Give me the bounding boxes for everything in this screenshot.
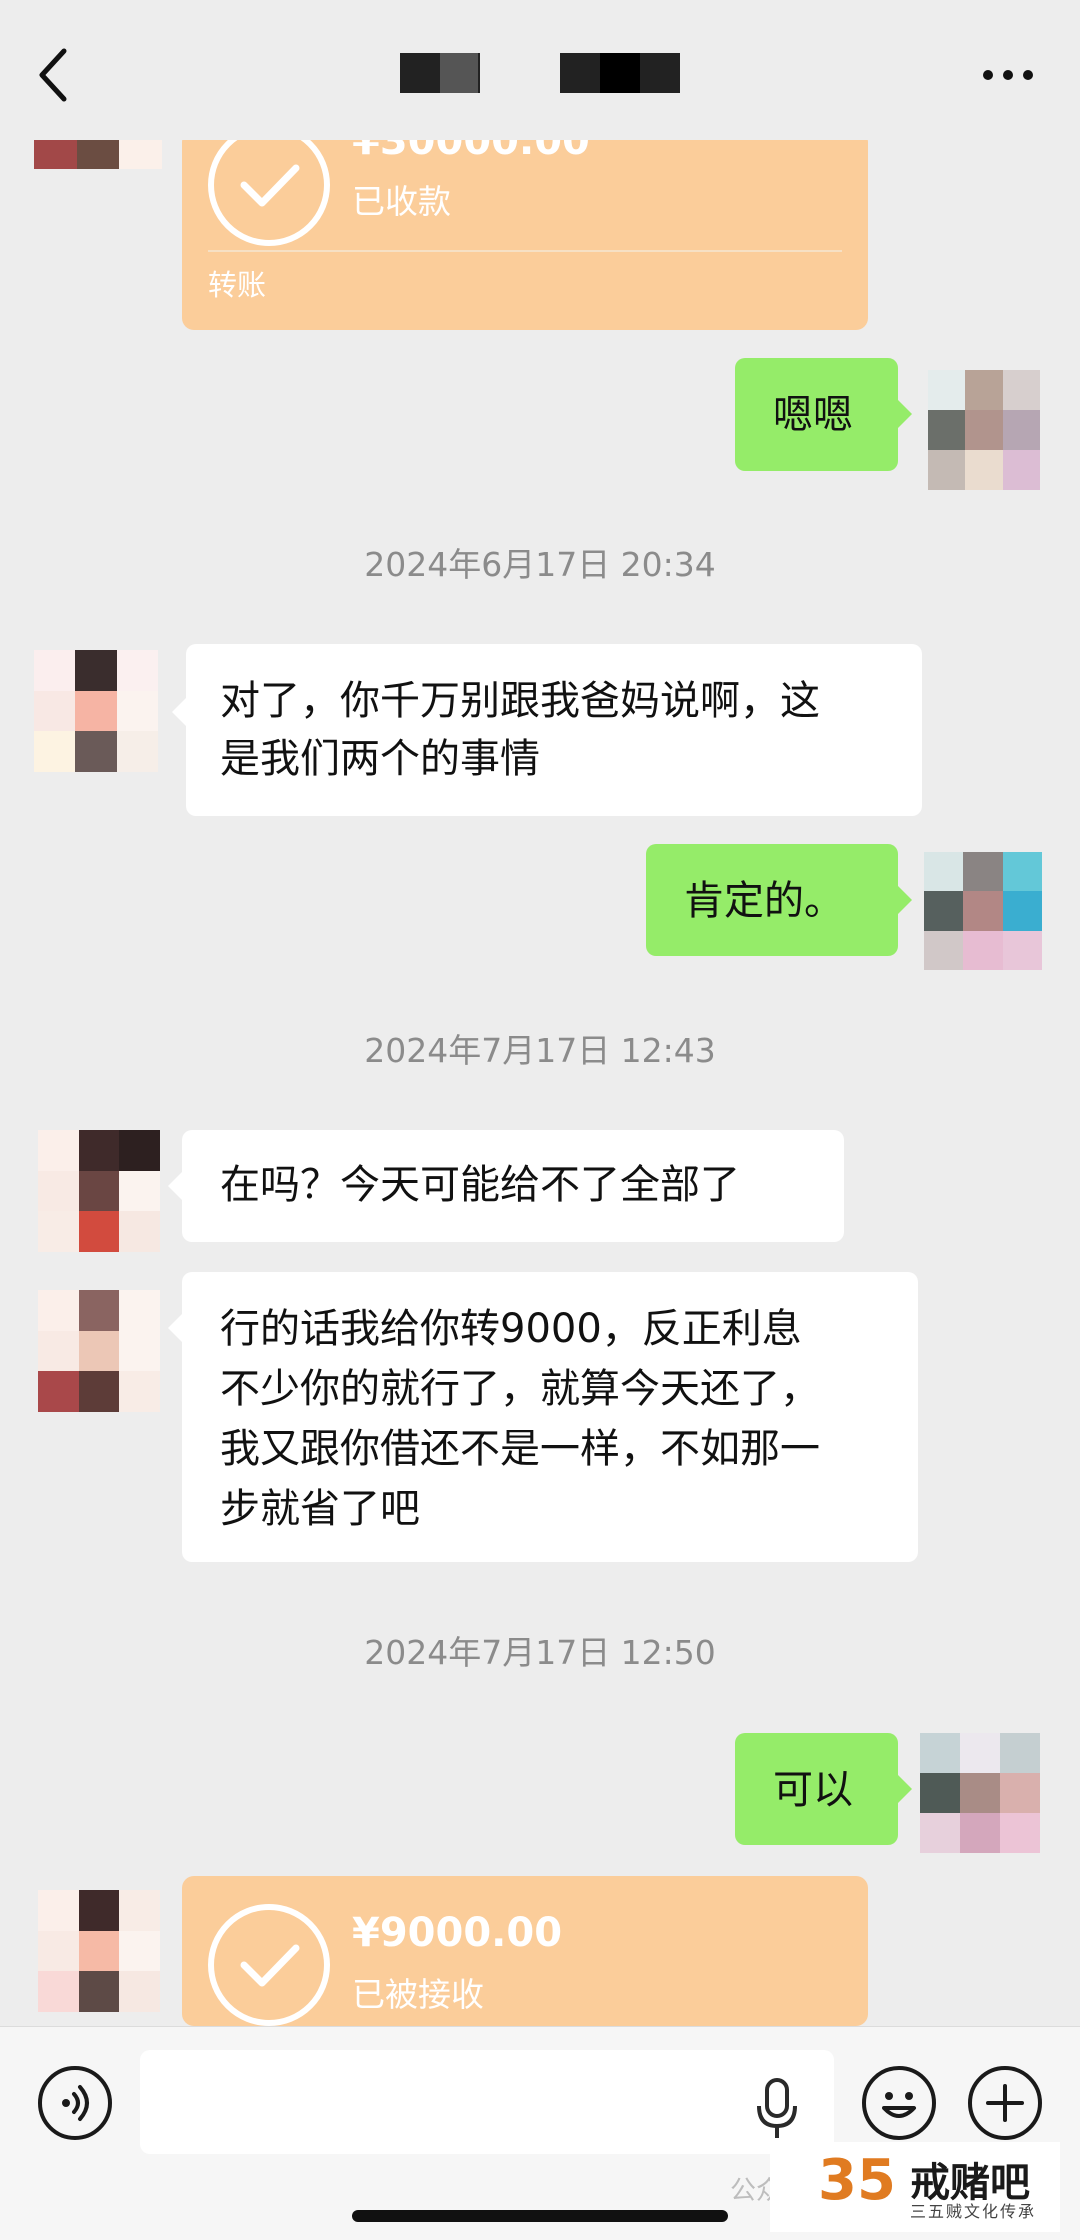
check-circle-icon (208, 1904, 330, 2026)
message-bubble-incoming[interactable]: 行的话我给你转9000，反正利息 不少你的就行了，就算今天还了， 我又跟你借还不… (182, 1272, 918, 1562)
message-bubble-incoming[interactable]: 对了，你千万别跟我爸妈说啊，这 是我们两个的事情 (186, 644, 922, 816)
bubble-tail (898, 400, 912, 428)
avatar[interactable] (38, 1130, 160, 1252)
avatar[interactable] (38, 1890, 160, 2012)
transfer-amount: ¥9000.00 (352, 1910, 563, 1956)
transfer-status: 已收款 (352, 182, 451, 221)
avatar[interactable] (34, 650, 158, 772)
avatar[interactable] (38, 1290, 160, 1412)
message-line: 我又跟你借还不是一样，不如那一 (220, 1426, 820, 1472)
home-indicator (352, 2210, 728, 2222)
message-text: 可以 (773, 1767, 853, 1813)
message-line: 对了，你千万别跟我爸妈说啊，这 (220, 678, 820, 724)
avatar-self[interactable] (928, 370, 1040, 490)
avatar-self[interactable] (920, 1733, 1040, 1853)
message-text: 肯定的。 (684, 878, 844, 924)
message-bubble-outgoing[interactable]: 嗯嗯 (735, 358, 898, 471)
bubble-tail (898, 886, 912, 914)
bubble-tail (172, 698, 186, 726)
message-text: 在吗？今天可能给不了全部了 (220, 1162, 740, 1208)
timestamp: 2024年7月17日 12:43 (364, 1031, 716, 1070)
plus-icon[interactable] (968, 2066, 1042, 2140)
transfer-status: 已被接收 (352, 1975, 484, 2014)
microphone-icon[interactable] (752, 2076, 802, 2142)
message-line: 步就省了吧 (220, 1486, 420, 1532)
message-bubble-outgoing[interactable]: 可以 (735, 1733, 898, 1845)
message-line: 是我们两个的事情 (220, 736, 540, 782)
chevron-left-icon[interactable] (30, 45, 86, 105)
check-circle-icon (208, 130, 330, 246)
voice-icon[interactable] (38, 2066, 112, 2140)
bubble-tail (168, 1314, 182, 1342)
chat-header (0, 0, 1080, 140)
transfer-card[interactable]: ¥30000.00 已收款 转账 (182, 130, 868, 330)
bubble-tail (898, 1775, 912, 1803)
watermark-logo: 35 (818, 2148, 896, 2213)
message-line: 不少你的就行了，就算今天还了， (220, 1366, 820, 1412)
more-dots-icon[interactable] (978, 55, 1038, 95)
transfer-kind: 转账 (208, 268, 267, 302)
message-line: 行的话我给你转9000，反正利息 (220, 1306, 802, 1352)
message-bubble-incoming[interactable]: 在吗？今天可能给不了全部了 (182, 1130, 844, 1242)
watermark-subtitle: 三五贼文化传承 (910, 2202, 1037, 2221)
timestamp: 2024年6月17日 20:34 (364, 545, 716, 584)
bubble-tail (168, 1172, 182, 1200)
emoji-icon[interactable] (862, 2066, 936, 2140)
avatar-self[interactable] (924, 852, 1042, 970)
message-text: 嗯嗯 (773, 392, 853, 438)
message-bubble-outgoing[interactable]: 肯定的。 (646, 844, 898, 956)
timestamp: 2024年7月17日 12:50 (364, 1633, 716, 1672)
transfer-card[interactable]: ¥9000.00 已被接收 (182, 1876, 868, 2026)
chat-title-redacted-3 (600, 53, 640, 93)
message-input[interactable] (140, 2050, 834, 2154)
divider (208, 250, 842, 252)
chat-title-redacted-part (440, 53, 478, 93)
